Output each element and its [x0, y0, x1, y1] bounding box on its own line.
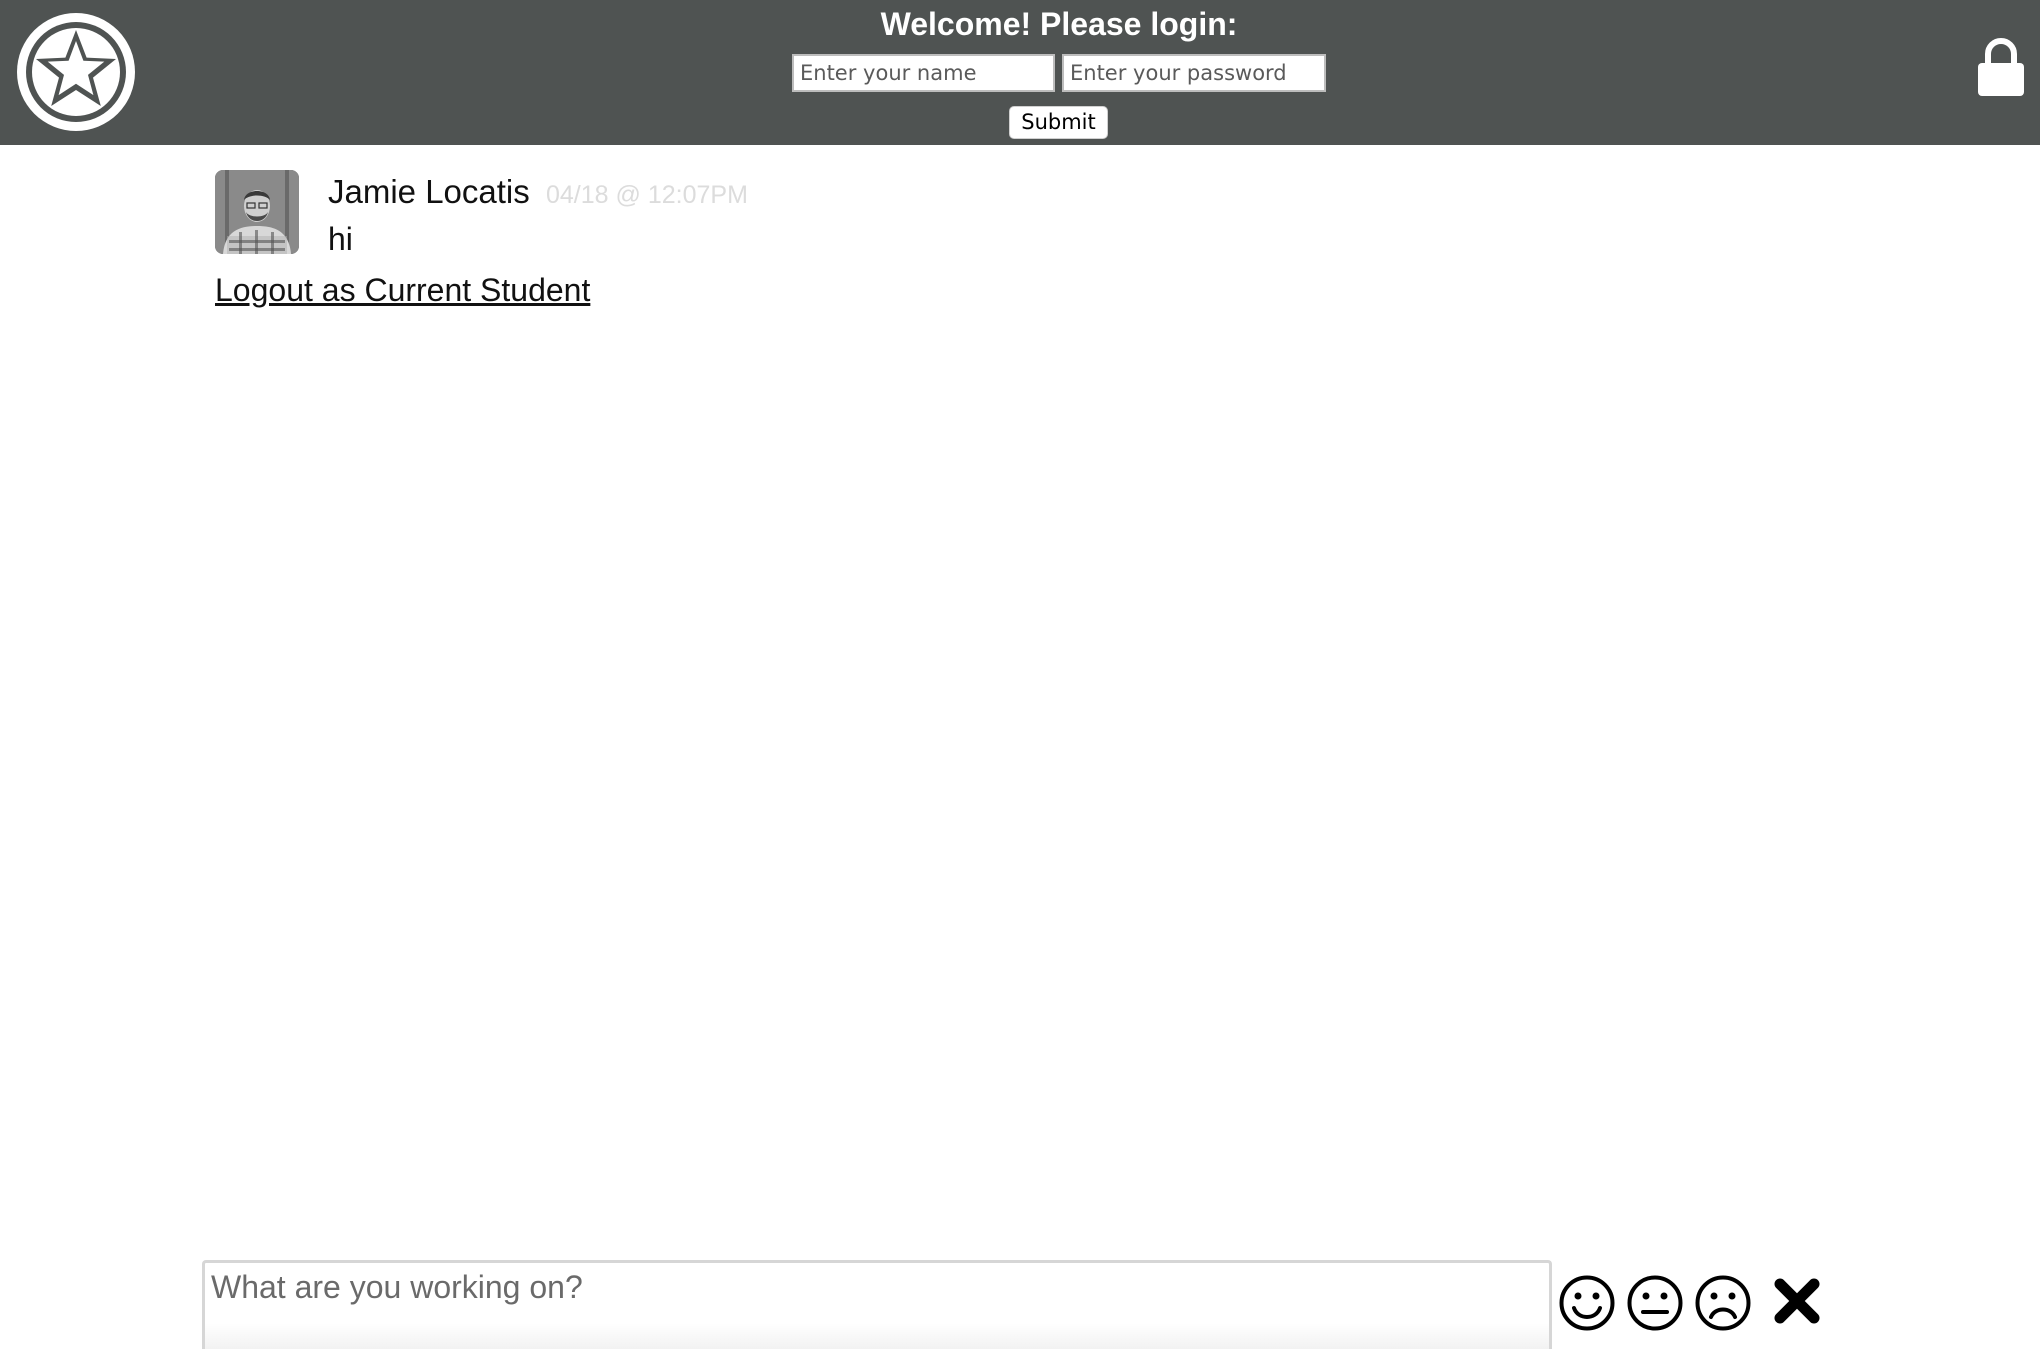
avatar	[215, 170, 299, 254]
password-input[interactable]	[1062, 54, 1326, 92]
close-icon[interactable]	[1772, 1276, 1822, 1326]
status-input[interactable]	[202, 1260, 1552, 1349]
smiley-face-icon[interactable]	[1558, 1274, 1616, 1332]
lock-icon[interactable]	[1976, 38, 2026, 96]
message-author: Jamie Locatis	[328, 173, 530, 210]
submit-button[interactable]: Submit	[1009, 106, 1108, 139]
frowning-face-icon[interactable]	[1694, 1274, 1752, 1332]
message-text: hi	[328, 221, 353, 257]
name-input[interactable]	[792, 54, 1055, 92]
message-timestamp: 04/18 @ 12:07PM	[546, 181, 748, 209]
neutral-face-icon[interactable]	[1626, 1274, 1684, 1332]
avatar-photo	[215, 170, 299, 254]
logout-link[interactable]: Logout as Current Student	[215, 268, 590, 312]
top-header: Welcome! Please login: Submit	[0, 0, 2040, 145]
welcome-heading: Welcome! Please login:	[880, 6, 1238, 42]
